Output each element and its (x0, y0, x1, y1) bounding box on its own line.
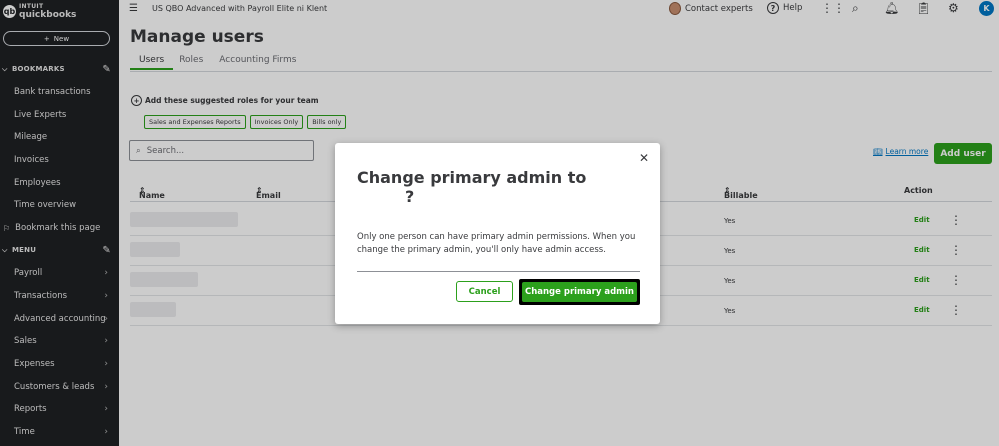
dialog-body: Only one person can have primary admin p… (357, 232, 636, 255)
dialog-title: Change primary admin to (357, 168, 587, 187)
change-primary-admin-button[interactable]: Change primary admin (519, 279, 640, 305)
dialog-title-question: ? (405, 187, 415, 206)
close-icon[interactable]: ✕ (639, 151, 649, 165)
change-primary-admin-label: Change primary admin (522, 282, 637, 302)
change-primary-admin-dialog: ✕ Change primary admin to ? Only one per… (335, 143, 660, 324)
dialog-divider (357, 271, 640, 272)
cancel-button[interactable]: Cancel (456, 281, 513, 302)
